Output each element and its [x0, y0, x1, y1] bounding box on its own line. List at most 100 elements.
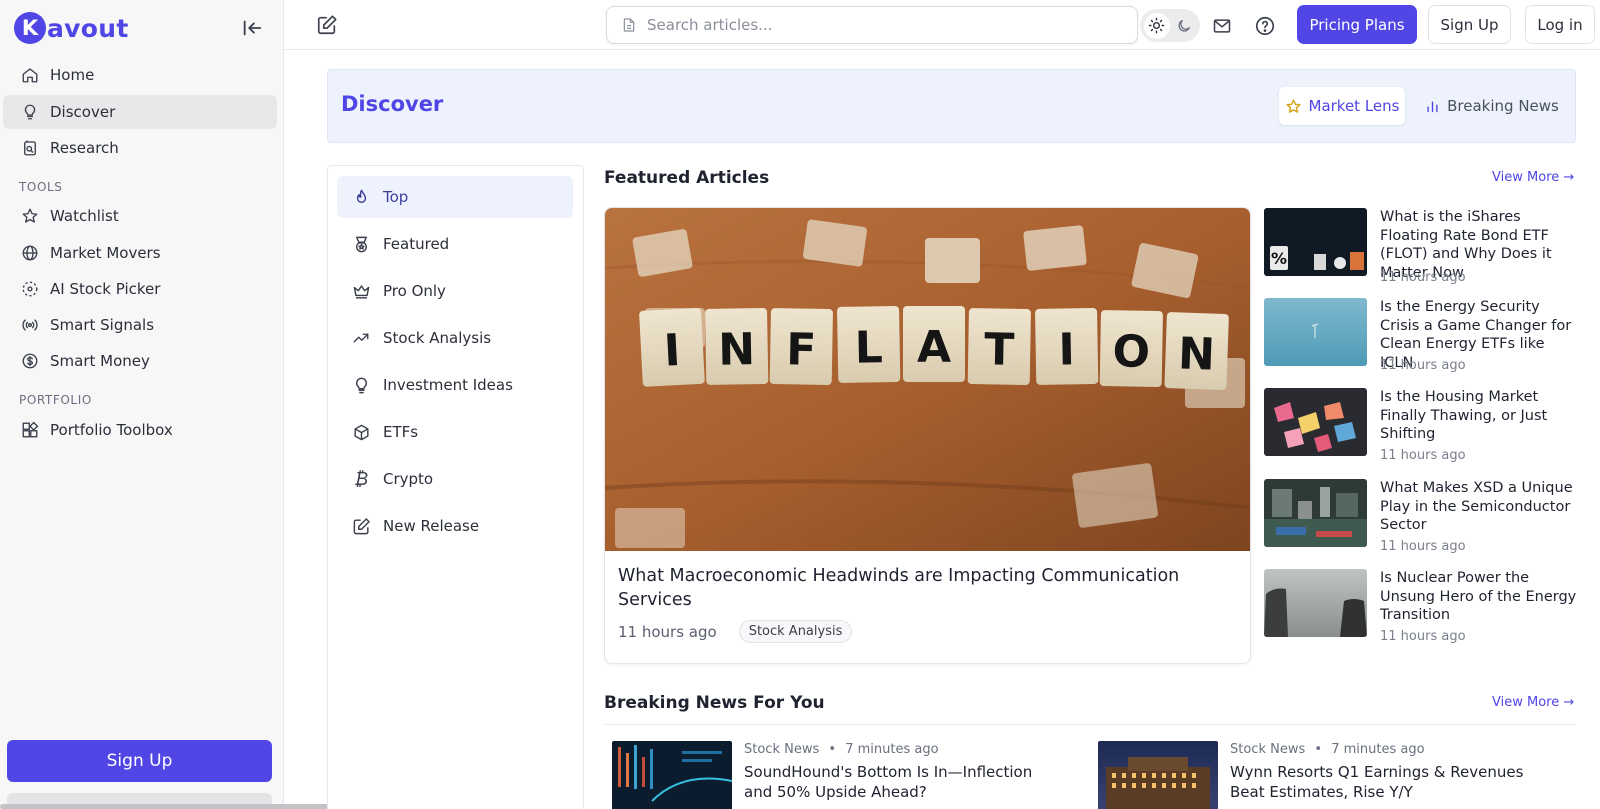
flame-icon — [351, 187, 371, 207]
category-label: New Release — [383, 517, 480, 535]
sidebar-item-home[interactable]: Home — [3, 58, 277, 92]
sidebar-item-discover[interactable]: Discover — [3, 95, 277, 129]
category-stock-analysis[interactable]: Stock Analysis — [337, 317, 573, 359]
sidebar-item-label: Home — [50, 66, 95, 84]
news-separator: • — [1314, 742, 1323, 757]
dark-mode-option[interactable] — [1171, 13, 1197, 39]
trend-up-icon — [351, 328, 371, 348]
mail-button[interactable] — [1210, 14, 1234, 38]
featured-heading: Featured Articles — [604, 168, 770, 188]
news-source: Stock News — [744, 742, 820, 757]
side-article-time: 11 hours ago — [1380, 448, 1466, 463]
lightbulb-icon — [351, 375, 371, 395]
ai-picker-icon — [20, 279, 40, 299]
breaking-view-more-link[interactable]: View More → — [1492, 695, 1574, 710]
breaking-news-item[interactable]: Stock News • 7 minutes ago Wynn Resorts … — [1098, 741, 1558, 809]
signup-button[interactable]: Sign Up — [1428, 5, 1511, 44]
side-article-time: 11 hours ago — [1380, 539, 1466, 554]
side-article-thumbnail: % — [1264, 208, 1367, 276]
tab-breaking-news[interactable]: Breaking News — [1421, 87, 1561, 125]
side-article-time: 11 hours ago — [1380, 629, 1466, 644]
side-article-time: 11 hours ago — [1380, 270, 1466, 285]
category-crypto[interactable]: ₿ Crypto — [337, 458, 573, 500]
theme-toggle[interactable] — [1140, 9, 1200, 42]
featured-article-time: 11 hours ago — [618, 622, 717, 641]
featured-view-more-link[interactable]: View More → — [1492, 170, 1574, 185]
sidebar-item-label: Discover — [50, 103, 116, 121]
category-top[interactable]: Top — [337, 176, 573, 218]
sidebar-item-smart-signals[interactable]: Smart Signals — [3, 308, 277, 342]
side-article-thumbnail — [1264, 298, 1367, 366]
toolbox-icon — [20, 420, 40, 440]
featured-article-image: I N F L A T I O N — [605, 208, 1250, 551]
news-source: Stock News — [1230, 742, 1306, 757]
tile-letter: A — [917, 322, 951, 373]
side-article[interactable]: % What is the iShares Floating Rate Bond… — [1264, 208, 1576, 288]
search-box[interactable] — [606, 6, 1138, 44]
sidebar-item-label: Watchlist — [50, 207, 119, 225]
side-article[interactable]: Is the Housing Market Finally Thawing, o… — [1264, 388, 1576, 468]
sidebar-item-label: Research — [50, 139, 119, 157]
tab-market-lens[interactable]: Market Lens — [1279, 87, 1405, 125]
side-article[interactable]: Is Nuclear Power the Unsung Hero of the … — [1264, 569, 1576, 649]
category-label: Stock Analysis — [383, 329, 492, 347]
search-input[interactable] — [647, 16, 1087, 34]
globe-icon — [20, 243, 40, 263]
news-thumbnail — [612, 741, 732, 809]
sidebar-item-market-movers[interactable]: Market Movers — [3, 236, 277, 270]
svg-text:%: % — [1271, 249, 1287, 268]
sidebar-item-ai-stock-picker[interactable]: AI Stock Picker — [3, 272, 277, 306]
light-mode-option[interactable] — [1143, 12, 1170, 39]
news-meta: Stock News • 7 minutes ago — [1230, 742, 1425, 757]
category-new-release[interactable]: New Release — [337, 505, 573, 547]
side-article-time: 11 hours ago — [1380, 358, 1466, 373]
featured-main-article[interactable]: I N F L A T I O N What Macroeconomic Hea… — [604, 207, 1251, 664]
category-label: Investment Ideas — [383, 376, 513, 394]
category-featured[interactable]: Featured — [337, 223, 573, 265]
breaking-news-item[interactable]: Stock News • 7 minutes ago SoundHound's … — [612, 741, 1072, 809]
side-article-thumbnail — [1264, 388, 1367, 456]
pricing-plans-button[interactable]: Pricing Plans — [1297, 5, 1417, 44]
category-label: ETFs — [383, 423, 419, 441]
tab-label: Market Lens — [1308, 97, 1400, 115]
tab-label: Breaking News — [1447, 97, 1559, 115]
signal-icon — [20, 315, 40, 335]
news-time: 7 minutes ago — [845, 742, 939, 757]
side-article-title: Is Nuclear Power the Unsung Hero of the … — [1380, 570, 1577, 623]
featured-article-meta: 11 hours ago Stock Analysis — [618, 620, 853, 643]
top-bar: Pricing Plans Sign Up Log in — [284, 0, 1600, 50]
lightbulb-icon — [20, 102, 40, 122]
sidebar-item-smart-money[interactable]: Smart Money — [3, 344, 277, 378]
featured-article-title[interactable]: What Macroeconomic Headwinds are Impacti… — [618, 564, 1218, 612]
help-button[interactable] — [1253, 14, 1277, 38]
category-investment-ideas[interactable]: Investment Ideas — [337, 364, 573, 406]
inflation-letter-tiles: I N F L A T I O N — [639, 305, 1229, 390]
sidebar-item-portfolio-toolbox[interactable]: Portfolio Toolbox — [3, 413, 277, 447]
collapse-sidebar-button[interactable] — [240, 16, 264, 40]
home-icon — [20, 65, 40, 85]
sidebar-item-watchlist[interactable]: Watchlist — [3, 199, 277, 233]
sidebar-item-label: Market Movers — [50, 244, 161, 262]
category-pro-only[interactable]: Pro Only — [337, 270, 573, 312]
document-icon — [623, 18, 635, 32]
tile-letter: N — [718, 324, 756, 376]
side-article[interactable]: Is the Energy Security Crisis a Game Cha… — [1264, 298, 1576, 378]
category-label: Top — [383, 188, 409, 206]
article-tag[interactable]: Stock Analysis — [738, 620, 853, 643]
edit-icon — [351, 516, 371, 536]
sun-icon — [1148, 17, 1165, 34]
sidebar-signup-button[interactable]: Sign Up — [7, 740, 272, 782]
kavout-logo[interactable]: K avout — [14, 11, 129, 45]
login-button[interactable]: Log in — [1525, 5, 1595, 44]
tools-section-heading: TOOLS — [19, 180, 63, 194]
tile-letter: I — [663, 325, 682, 377]
sidebar-item-label: Smart Signals — [50, 316, 155, 334]
sidebar-item-research[interactable]: Research — [3, 131, 277, 165]
bitcoin-icon: ₿ — [353, 468, 369, 490]
category-etfs[interactable]: ETFs — [337, 411, 573, 453]
side-article[interactable]: What Makes XSD a Unique Play in the Semi… — [1264, 479, 1576, 559]
category-panel: Top Featured Pro Only Stock Analysis Inv… — [327, 165, 584, 809]
tile-letter: O — [1112, 326, 1150, 378]
new-article-button[interactable] — [316, 14, 338, 36]
side-article-thumbnail — [1264, 569, 1367, 637]
